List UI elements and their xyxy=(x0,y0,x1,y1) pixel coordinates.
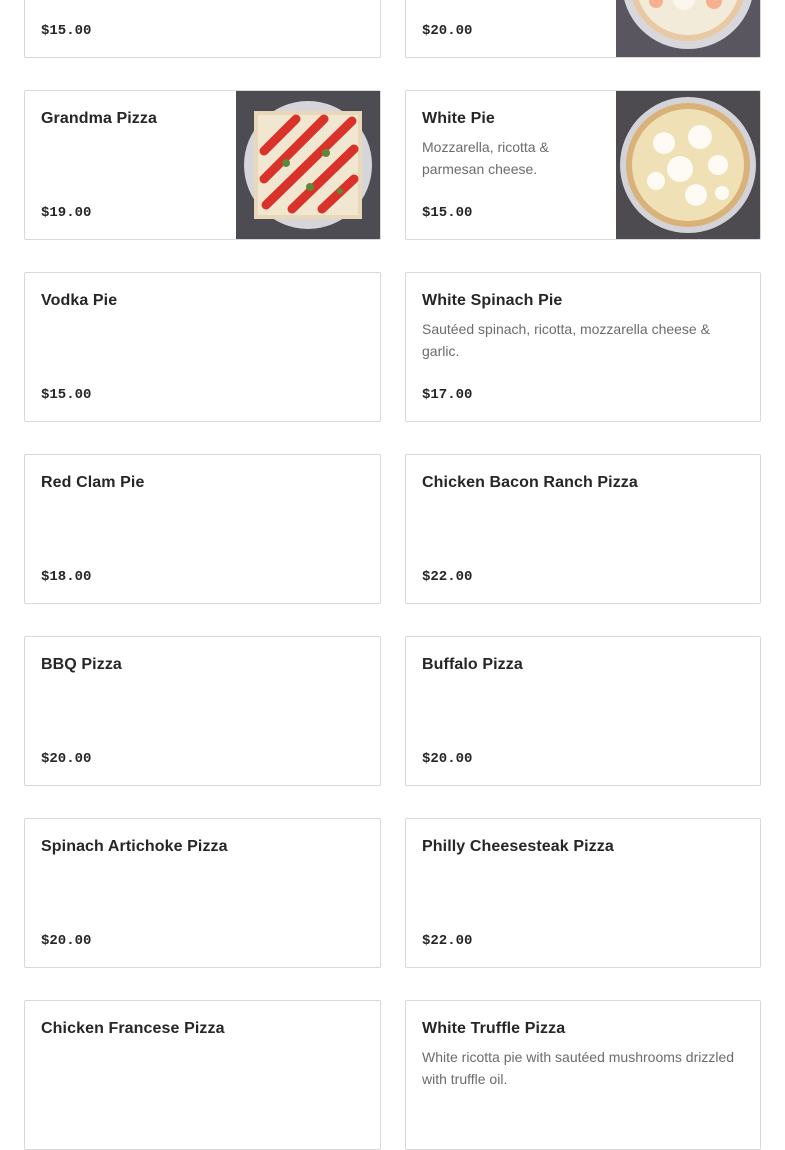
white-pie-photo xyxy=(616,91,760,239)
menu-item-price: $15.00 xyxy=(41,387,92,403)
menu-item-card[interactable]: Red Clam Pie $18.00 xyxy=(24,454,381,604)
menu-item-card[interactable]: $20.00 xyxy=(405,0,761,58)
menu-item-card[interactable]: White Truffle Pizza White ricotta pie wi… xyxy=(405,1000,761,1150)
menu-item-name: Spinach Artichoke Pizza xyxy=(41,838,228,855)
cheese-pizza-photo xyxy=(616,0,760,57)
menu-item-body: $20.00 xyxy=(406,0,616,57)
menu-item-name: White Pie xyxy=(422,110,495,127)
menu-item-name: Red Clam Pie xyxy=(41,474,145,491)
menu-item-name: White Truffle Pizza xyxy=(422,1020,566,1037)
menu-item-card[interactable]: $15.00 xyxy=(24,0,381,58)
menu-item-body: Grandma Pizza $19.00 xyxy=(25,91,236,239)
menu-item-price: $20.00 xyxy=(422,751,473,767)
menu-item-name: Vodka Pie xyxy=(41,292,118,309)
menu-item-name: Chicken Bacon Ranch Pizza xyxy=(422,474,638,491)
menu-item-price: $17.00 xyxy=(422,387,473,403)
menu-item-card[interactable]: Buffalo Pizza $20.00 xyxy=(405,636,761,786)
menu-item-body: Philly Cheesesteak Pizza $22.00 xyxy=(406,819,760,967)
menu-item-body: White Truffle Pizza White ricotta pie wi… xyxy=(406,1001,760,1149)
menu-item-card[interactable]: Philly Cheesesteak Pizza $22.00 xyxy=(405,818,761,968)
menu-item-name: Chicken Francese Pizza xyxy=(41,1020,225,1037)
menu-item-name: BBQ Pizza xyxy=(41,656,122,673)
menu-item-card[interactable]: Vodka Pie $15.00 xyxy=(24,272,381,422)
menu-item-description: Sautéed spinach, ricotta, mozzarella che… xyxy=(422,321,710,359)
menu-item-body: Chicken Francese Pizza xyxy=(25,1001,380,1149)
menu-item-description: Mozzarella, ricotta & parmesan cheese. xyxy=(422,139,549,177)
menu-item-price: $22.00 xyxy=(422,569,473,585)
menu-item-price: $20.00 xyxy=(422,23,473,39)
menu-item-card[interactable]: Spinach Artichoke Pizza $20.00 xyxy=(24,818,381,968)
grandma-pizza-photo xyxy=(236,91,380,239)
menu-item-price: $15.00 xyxy=(422,205,473,221)
menu-item-card[interactable]: BBQ Pizza $20.00 xyxy=(24,636,381,786)
menu-item-name: Grandma Pizza xyxy=(41,110,158,127)
menu-item-body: Spinach Artichoke Pizza $20.00 xyxy=(25,819,380,967)
menu-item-price: $20.00 xyxy=(41,751,92,767)
menu-item-card[interactable]: Chicken Francese Pizza xyxy=(24,1000,381,1150)
menu-item-card[interactable]: White Pie Mozzarella, ricotta & parmesan… xyxy=(405,90,761,240)
menu-item-body: Red Clam Pie $18.00 xyxy=(25,455,380,603)
menu-item-price: $18.00 xyxy=(41,569,92,585)
menu-item-card[interactable]: White Spinach Pie Sautéed spinach, ricot… xyxy=(405,272,761,422)
menu-item-price: $20.00 xyxy=(41,933,92,949)
menu-item-body: Vodka Pie $15.00 xyxy=(25,273,380,421)
menu-item-price: $19.00 xyxy=(41,205,92,221)
menu-item-name: Buffalo Pizza xyxy=(422,656,523,673)
menu-item-grid: $15.00 $20.00 Grandma Pizza $19.00 White… xyxy=(24,0,761,1150)
menu-item-card[interactable]: Grandma Pizza $19.00 xyxy=(24,90,381,240)
menu-item-body: $15.00 xyxy=(25,0,380,57)
menu-item-name: Philly Cheesesteak Pizza xyxy=(422,838,614,855)
menu-item-body: White Pie Mozzarella, ricotta & parmesan… xyxy=(406,91,616,239)
menu-item-body: White Spinach Pie Sautéed spinach, ricot… xyxy=(406,273,760,421)
menu-item-body: BBQ Pizza $20.00 xyxy=(25,637,380,785)
menu-item-card[interactable]: Chicken Bacon Ranch Pizza $22.00 xyxy=(405,454,761,604)
menu-item-body: Buffalo Pizza $20.00 xyxy=(406,637,760,785)
menu-item-price: $22.00 xyxy=(422,933,473,949)
menu-item-price: $15.00 xyxy=(41,23,92,39)
menu-item-description: White ricotta pie with sautéed mushrooms… xyxy=(422,1049,735,1087)
menu-item-name: White Spinach Pie xyxy=(422,292,563,309)
menu-item-body: Chicken Bacon Ranch Pizza $22.00 xyxy=(406,455,760,603)
